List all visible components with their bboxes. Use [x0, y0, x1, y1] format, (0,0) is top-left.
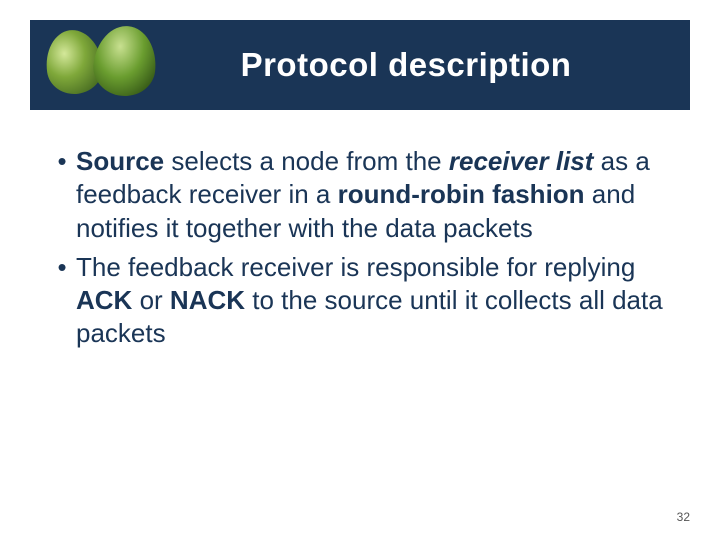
- page-number: 32: [677, 510, 690, 524]
- slide-body: • Source selects a node from the receive…: [48, 145, 672, 357]
- bullet-text: Source selects a node from the receiver …: [76, 145, 672, 245]
- bullet-item: • Source selects a node from the receive…: [48, 145, 672, 245]
- bullet-item: • The feedback receiver is responsible f…: [48, 251, 672, 351]
- bullet-marker: •: [48, 251, 76, 351]
- bullet-text: The feedback receiver is responsible for…: [76, 251, 672, 351]
- slide-header: Protocol description: [30, 20, 690, 110]
- slide-title: Protocol description: [162, 46, 690, 84]
- logo-icon: [42, 20, 162, 110]
- bullet-marker: •: [48, 145, 76, 245]
